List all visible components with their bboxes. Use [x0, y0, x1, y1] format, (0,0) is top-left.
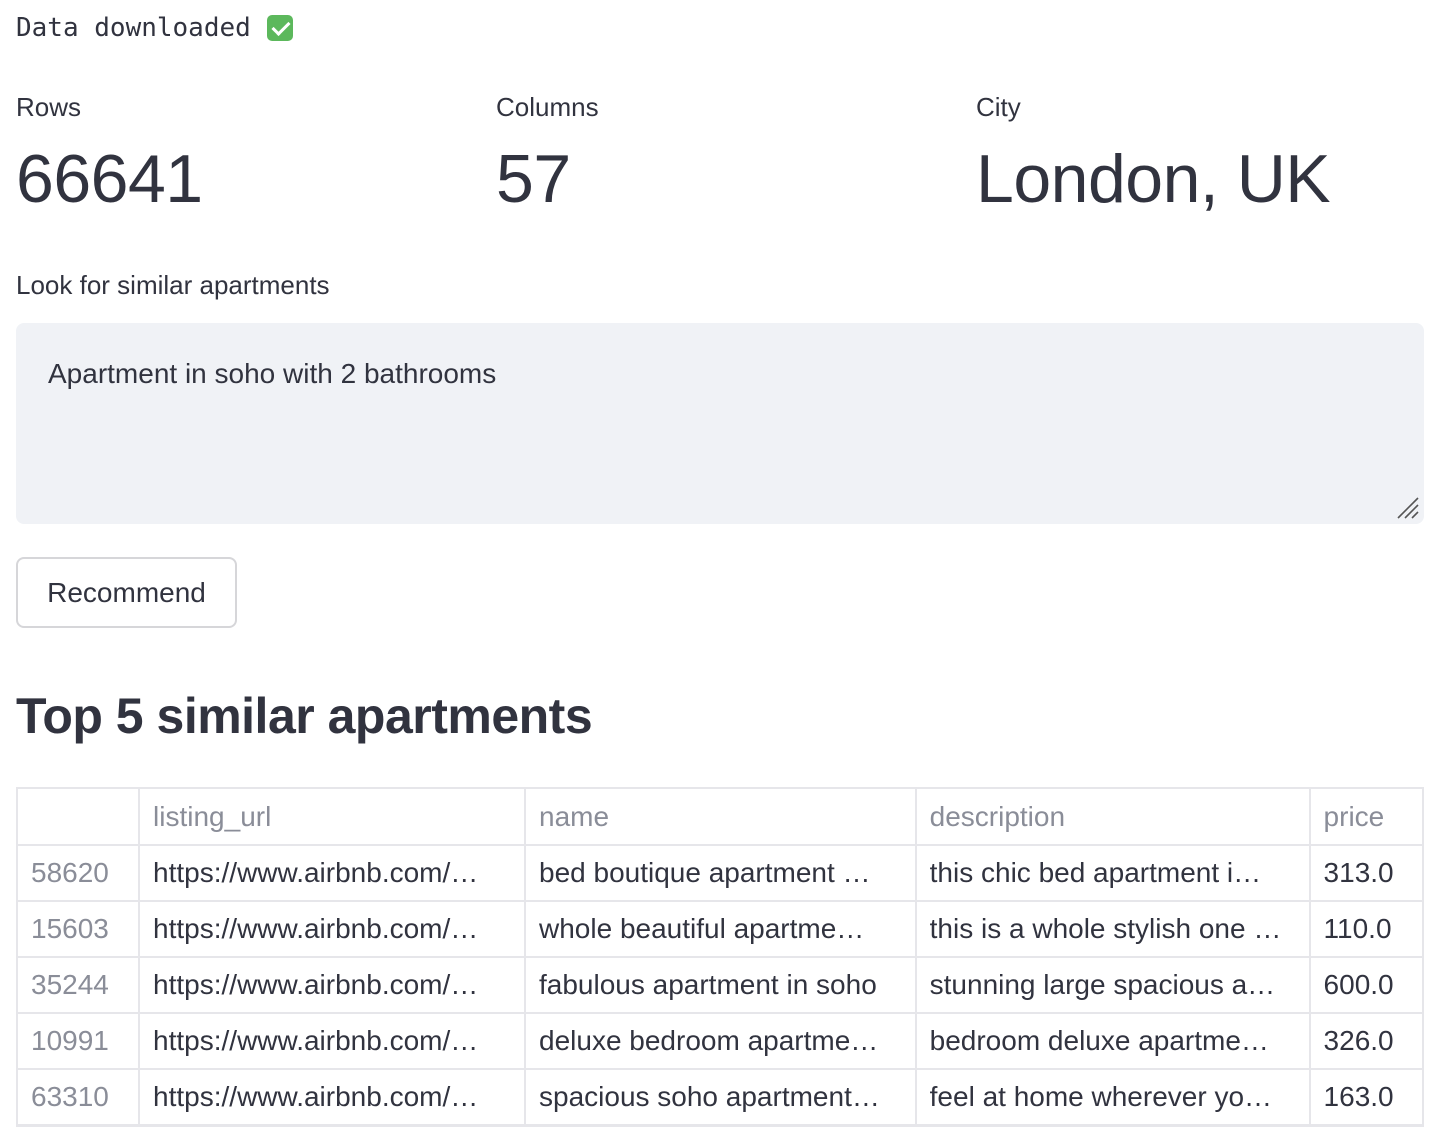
- price-cell[interactable]: 313.0: [1308, 844, 1424, 902]
- metric-rows: Rows 66641: [16, 90, 203, 224]
- table-header-row: listing_url name description price: [18, 789, 1424, 846]
- description-cell[interactable]: stunning large spacious a…: [914, 956, 1311, 1014]
- name-cell[interactable]: whole beautiful apartme…: [524, 900, 917, 958]
- listing-url-cell[interactable]: https://www.airbnb.com/…: [138, 956, 526, 1014]
- price-cell[interactable]: 326.0: [1308, 1012, 1424, 1070]
- table-row: 63310 https://www.airbnb.com/… spacious …: [18, 1068, 1424, 1125]
- metric-value: 66641: [16, 141, 203, 217]
- row-index-cell: 15603: [18, 900, 141, 958]
- metric-value: London, UK: [976, 141, 1331, 217]
- status-message: Data downloaded: [16, 10, 293, 46]
- name-cell[interactable]: bed boutique apartment …: [524, 844, 917, 902]
- listing-url-cell[interactable]: https://www.airbnb.com/…: [138, 1012, 526, 1070]
- listing-url-cell[interactable]: https://www.airbnb.com/…: [138, 844, 526, 902]
- column-header-price[interactable]: price: [1308, 789, 1424, 846]
- results-table[interactable]: listing_url name description price 58620…: [16, 787, 1424, 1127]
- resize-handle-icon[interactable]: [1394, 494, 1420, 520]
- app-root: Data downloaded Rows 66641 Columns 57 Ci…: [0, 0, 1444, 1140]
- listing-url-cell[interactable]: https://www.airbnb.com/…: [138, 900, 526, 958]
- description-cell[interactable]: bedroom deluxe apartme…: [914, 1012, 1311, 1070]
- description-cell[interactable]: this chic bed apartment i…: [914, 844, 1311, 902]
- description-cell[interactable]: this is a whole stylish one …: [914, 900, 1311, 958]
- search-textarea-value: Apartment in soho with 2 bathrooms: [48, 358, 497, 389]
- column-header-index[interactable]: [18, 789, 141, 846]
- metric-value: 57: [496, 141, 571, 217]
- row-index-cell: 35244: [18, 956, 141, 1014]
- price-cell[interactable]: 110.0: [1308, 900, 1424, 958]
- name-cell[interactable]: fabulous apartment in soho: [524, 956, 917, 1014]
- table-row: 15603 https://www.airbnb.com/… whole bea…: [18, 900, 1424, 958]
- recommend-button[interactable]: Recommend: [16, 557, 237, 628]
- price-cell[interactable]: 163.0: [1308, 1068, 1424, 1125]
- metric-label: City: [976, 92, 1021, 122]
- status-text: Data downloaded: [16, 13, 251, 43]
- name-cell[interactable]: spacious soho apartment…: [524, 1068, 917, 1125]
- column-header-name[interactable]: name: [524, 789, 917, 846]
- metric-label: Rows: [16, 92, 82, 122]
- name-cell[interactable]: deluxe bedroom apartme…: [524, 1012, 917, 1070]
- metric-columns: Columns 57: [496, 90, 599, 224]
- table-row: 10991 https://www.airbnb.com/… deluxe be…: [18, 1012, 1424, 1070]
- column-header-listing-url[interactable]: listing_url: [138, 789, 526, 846]
- table-row: 58620 https://www.airbnb.com/… bed bouti…: [18, 844, 1424, 902]
- metric-label: Columns: [496, 92, 599, 122]
- metric-city: City London, UK: [976, 90, 1331, 224]
- check-mark-icon: [266, 15, 293, 41]
- price-cell[interactable]: 600.0: [1308, 956, 1424, 1014]
- results-heading: Top 5 similar apartments: [16, 688, 593, 744]
- row-index-cell: 58620: [18, 844, 141, 902]
- description-cell[interactable]: feel at home wherever yo…: [914, 1068, 1311, 1125]
- search-textarea[interactable]: Apartment in soho with 2 bathrooms: [16, 323, 1424, 524]
- row-index-cell: 10991: [18, 1012, 141, 1070]
- column-header-description[interactable]: description: [914, 789, 1311, 846]
- table-row: 35244 https://www.airbnb.com/… fabulous …: [18, 956, 1424, 1014]
- listing-url-cell[interactable]: https://www.airbnb.com/…: [138, 1068, 526, 1125]
- search-label: Look for similar apartments: [16, 270, 330, 300]
- row-index-cell: 63310: [18, 1068, 141, 1125]
